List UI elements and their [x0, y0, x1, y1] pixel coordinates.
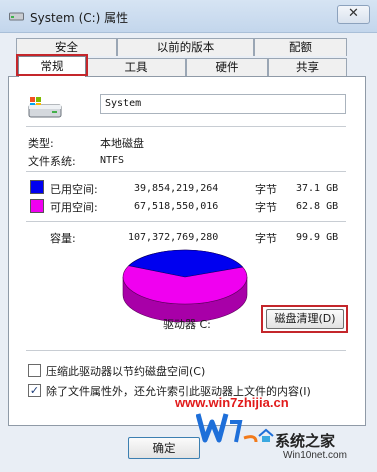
used-space-size: 37.1 GB	[296, 183, 339, 194]
tab-quota[interactable]: 配额	[254, 38, 347, 56]
capacity-size: 99.9 GB	[296, 232, 339, 243]
tab-highlight-box	[16, 54, 88, 76]
filesystem-label: 文件系统:	[28, 155, 76, 168]
tab-previous-versions[interactable]: 以前的版本	[117, 38, 254, 56]
drive-icon	[9, 12, 24, 21]
type-value: 本地磁盘	[100, 137, 144, 150]
filesystem-value: NTFS	[100, 155, 125, 166]
tab-tools[interactable]: 工具	[86, 58, 186, 76]
brand-name-en: Win10net.com	[283, 450, 347, 461]
win7-logo-watermark	[196, 413, 258, 443]
house-logo-icon	[258, 428, 274, 442]
compress-checkbox[interactable]	[28, 364, 41, 377]
close-button[interactable]: ✕	[337, 5, 370, 24]
index-checkbox[interactable]: ✓	[28, 384, 41, 397]
separator	[26, 350, 346, 351]
capacity-unit: 字节	[255, 232, 277, 245]
free-space-swatch	[30, 199, 44, 213]
close-icon: ✕	[348, 6, 359, 21]
separator	[26, 221, 346, 222]
capacity-label: 容量:	[50, 232, 76, 245]
used-space-label: 已用空间:	[50, 183, 98, 196]
ok-button[interactable]: 确定	[128, 437, 200, 459]
free-space-bytes: 67,518,550,016	[134, 201, 219, 212]
separator	[26, 126, 346, 127]
separator	[26, 171, 346, 172]
drive-letter-label: 驱动器 C:	[163, 318, 211, 331]
used-space-unit: 字节	[255, 183, 277, 196]
tab-hardware[interactable]: 硬件	[186, 58, 268, 76]
compress-label: 压缩此驱动器以节约磁盘空间(C)	[46, 365, 206, 378]
free-space-size: 62.8 GB	[296, 201, 339, 212]
capacity-bytes: 107,372,769,280	[128, 232, 219, 243]
window-title: System (C:) 属性	[30, 11, 129, 25]
free-space-unit: 字节	[255, 201, 277, 214]
used-space-bytes: 39,854,219,264	[134, 183, 219, 194]
type-label: 类型:	[28, 137, 54, 150]
used-space-swatch	[30, 180, 44, 194]
hard-drive-icon	[28, 97, 62, 118]
tab-sharing[interactable]: 共享	[268, 58, 347, 76]
brand-name-cn: 系统之家	[275, 432, 336, 450]
free-space-label: 可用空间:	[50, 201, 98, 214]
drive-name-input[interactable]: System	[100, 94, 346, 114]
disk-cleanup-button[interactable]: 磁盘清理(D)	[266, 309, 344, 329]
